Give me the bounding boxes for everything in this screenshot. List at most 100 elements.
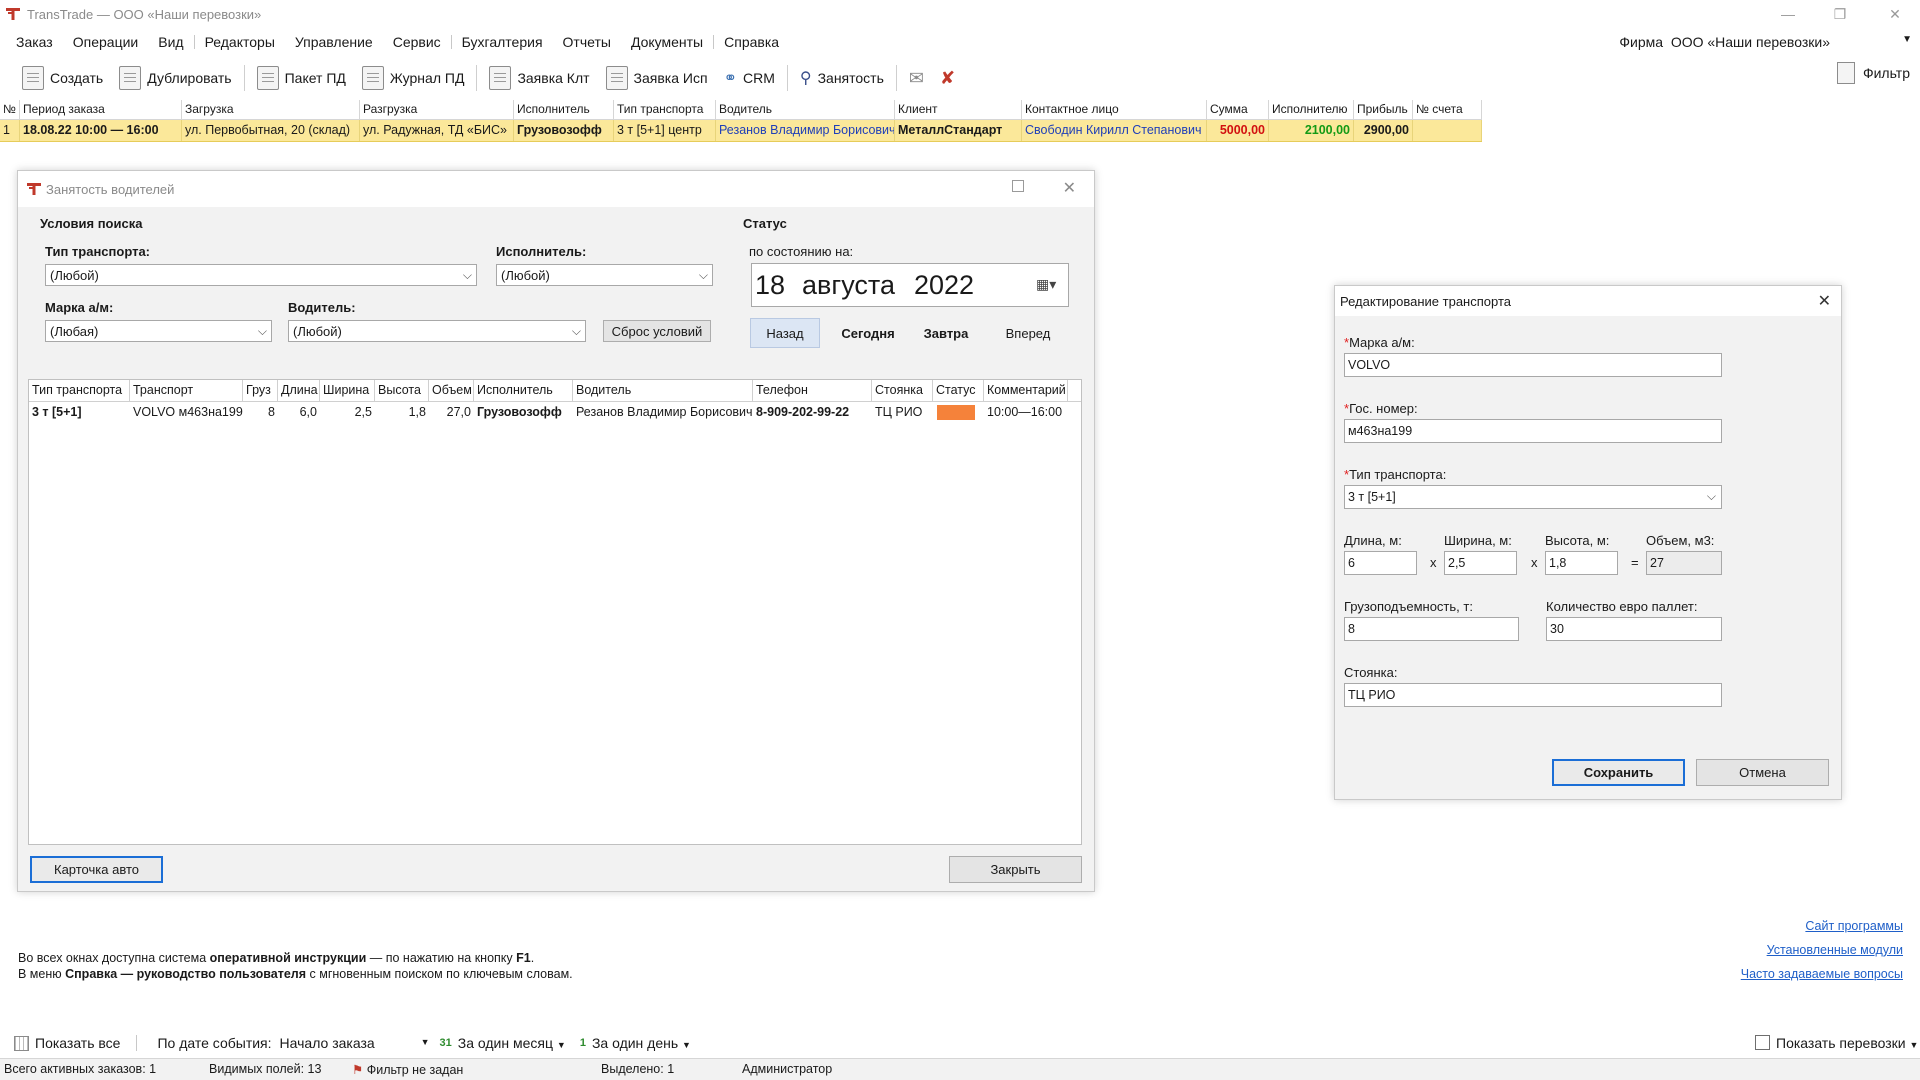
col-header-num[interactable]: № <box>0 100 20 119</box>
col-header-length[interactable]: Длина <box>278 380 320 401</box>
col-header-unloading[interactable]: Разгрузка <box>360 100 514 119</box>
col-header-transport-type[interactable]: Тип транспорта <box>614 100 716 119</box>
transport-type-select[interactable]: (Любой) ⌵ <box>45 264 477 286</box>
firm-dropdown-icon[interactable]: ▼ <box>1902 34 1912 45</box>
table-row[interactable]: 3 т [5+1] VOLVO м463на199 8 6,0 2,5 1,8 … <box>29 402 1081 424</box>
menu-editors[interactable]: Редакторы <box>195 34 285 50</box>
calendar-icon[interactable]: ▦▾ <box>1036 276 1058 294</box>
menu-documents[interactable]: Документы <box>621 34 713 50</box>
col-header-type[interactable]: Тип транспорта <box>29 380 130 401</box>
firm-selector[interactable]: Фирма ООО «Наши перевозки» <box>1619 34 1830 50</box>
col-header-to-executor[interactable]: Исполнителю <box>1269 100 1354 119</box>
plate-field-label: *Гос. номер: <box>1344 401 1418 416</box>
delete-button[interactable]: ✘ <box>932 62 963 94</box>
car-card-button[interactable]: Карточка авто <box>30 856 163 883</box>
executor-select[interactable]: (Любой) ⌵ <box>496 264 713 286</box>
month-period-button[interactable]: За один месяц ▼ <box>458 1035 566 1051</box>
cell-parking: ТЦ РИО <box>875 405 923 419</box>
col-header-client[interactable]: Клиент <box>895 100 1022 119</box>
menu-order[interactable]: Заказ <box>0 34 63 50</box>
nav-forward-button[interactable]: Вперед <box>993 318 1063 348</box>
length-label: Длина, м: <box>1344 533 1402 548</box>
close-button[interactable]: Закрыть <box>949 856 1082 883</box>
type-select[interactable]: 3 т [5+1] ⌵ <box>1344 485 1722 509</box>
menu-help[interactable]: Справка <box>714 34 789 50</box>
menu-reports[interactable]: Отчеты <box>553 34 621 50</box>
brand-field[interactable]: VOLVO <box>1344 353 1722 377</box>
cell-contact: Свободин Кирилл Степанович <box>1022 120 1207 141</box>
col-header-profit[interactable]: Прибыль <box>1354 100 1413 119</box>
close-icon[interactable]: ✕ <box>1063 178 1076 198</box>
message-button[interactable]: ✉ <box>901 62 932 94</box>
col-header-driver[interactable]: Водитель <box>573 380 753 401</box>
col-header-invoice[interactable]: № счета <box>1413 100 1482 119</box>
hint-text: с мгновенным поиском по ключевым словам. <box>306 967 573 981</box>
brand-select[interactable]: (Любая) ⌵ <box>45 320 272 342</box>
duplicate-button[interactable]: Дублировать <box>111 62 239 94</box>
client-request-button[interactable]: Заявка Клт <box>481 62 597 94</box>
executor-request-button[interactable]: Заявка Исп <box>598 62 716 94</box>
col-header-loading[interactable]: Загрузка <box>182 100 360 119</box>
plate-field[interactable]: м463на199 <box>1344 419 1722 443</box>
date-picker[interactable]: 18 августа 2022 ▦▾ <box>751 263 1069 307</box>
col-header-executor[interactable]: Исполнитель <box>474 380 573 401</box>
table-row[interactable]: 1 18.08.22 10:00 — 16:00 ул. Первобытная… <box>0 120 1482 142</box>
length-field[interactable]: 6 <box>1344 551 1417 575</box>
chevron-down-icon: ⌵ <box>698 268 708 282</box>
show-all-button[interactable]: Показать все <box>35 1035 120 1051</box>
minimize-button[interactable]: — <box>1765 0 1811 28</box>
close-window-button[interactable]: ✕ <box>1872 0 1918 28</box>
height-field[interactable]: 1,8 <box>1545 551 1618 575</box>
driver-select[interactable]: (Любой) ⌵ <box>288 320 586 342</box>
col-header-status[interactable]: Статус <box>933 380 984 401</box>
col-header-width[interactable]: Ширина <box>320 380 375 401</box>
col-header-transport[interactable]: Транспорт <box>130 380 243 401</box>
col-header-volume[interactable]: Объем <box>429 380 474 401</box>
filter-button[interactable]: Фильтр <box>1836 62 1910 84</box>
restore-button[interactable]: ❐ <box>1817 0 1863 28</box>
menu-accounting[interactable]: Бухгалтерия <box>452 34 553 50</box>
col-header-cargo[interactable]: Груз <box>243 380 278 401</box>
occupancy-button[interactable]: ⚲ Занятость <box>792 62 892 94</box>
capacity-field[interactable]: 8 <box>1344 617 1519 641</box>
pd-package-button[interactable]: Пакет ПД <box>249 62 354 94</box>
col-header-parking[interactable]: Стоянка <box>872 380 933 401</box>
occupancy-header-row: Тип транспорта Транспорт Груз Длина Шири… <box>29 380 1081 402</box>
pallets-field[interactable]: 30 <box>1546 617 1722 641</box>
cell-comment: 10:00—16:00 <box>987 405 1063 419</box>
col-header-period[interactable]: Период заказа <box>20 100 182 119</box>
col-header-height[interactable]: Высота <box>375 380 429 401</box>
menu-service[interactable]: Сервис <box>383 34 451 50</box>
col-header-sum[interactable]: Сумма <box>1207 100 1269 119</box>
menu-view[interactable]: Вид <box>148 34 193 50</box>
maximize-icon[interactable] <box>1012 180 1024 192</box>
faq-link[interactable]: Часто задаваемые вопросы <box>1741 967 1903 981</box>
nav-today-button[interactable]: Сегодня <box>833 318 903 348</box>
col-header-executor[interactable]: Исполнитель <box>514 100 614 119</box>
cell-status <box>933 402 984 424</box>
parking-field[interactable]: ТЦ РИО <box>1344 683 1722 707</box>
chevron-down-icon[interactable]: ▼ <box>1910 1040 1919 1050</box>
col-header-contact[interactable]: Контактное лицо <box>1022 100 1207 119</box>
program-site-link[interactable]: Сайт программы <box>1805 919 1903 933</box>
installed-modules-link[interactable]: Установленные модули <box>1767 943 1903 957</box>
width-field[interactable]: 2,5 <box>1444 551 1517 575</box>
day-period-button[interactable]: За один день ▼ <box>592 1035 691 1051</box>
nav-back-button[interactable]: Назад <box>750 318 820 348</box>
nav-tomorrow-button[interactable]: Завтра <box>911 318 981 348</box>
col-header-phone[interactable]: Телефон <box>753 380 872 401</box>
type-field-label-text: Тип транспорта: <box>1349 467 1447 482</box>
show-shipments-checkbox[interactable] <box>1755 1035 1770 1050</box>
pd-journal-button[interactable]: Журнал ПД <box>354 62 473 94</box>
col-header-driver[interactable]: Водитель <box>716 100 895 119</box>
create-button[interactable]: Создать <box>14 62 111 94</box>
menu-management[interactable]: Управление <box>285 34 383 50</box>
cancel-button[interactable]: Отмена <box>1696 759 1829 786</box>
crm-button[interactable]: ⚭ CRM <box>716 62 783 94</box>
col-header-comment[interactable]: Комментарий <box>984 380 1068 401</box>
save-button[interactable]: Сохранить <box>1552 759 1685 786</box>
menu-operations[interactable]: Операции <box>63 34 149 50</box>
reset-conditions-button[interactable]: Сброс условий <box>603 320 711 342</box>
close-icon[interactable]: ✕ <box>1818 291 1831 311</box>
event-select[interactable]: Начало заказа ▼ <box>280 1035 430 1051</box>
